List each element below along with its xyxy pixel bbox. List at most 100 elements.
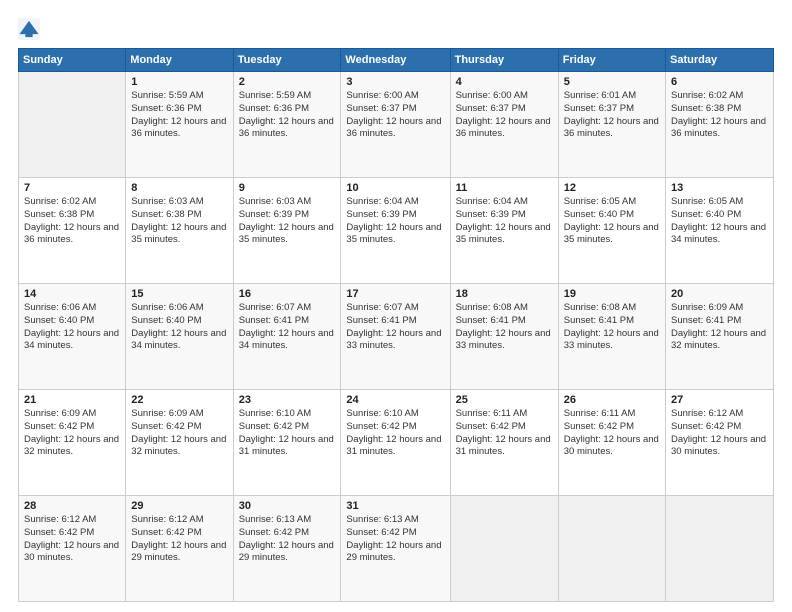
calendar-cell: 29 Sunrise: 6:12 AMSunset: 6:42 PMDayligh… (126, 496, 233, 602)
calendar-week-row: 28Sunrise: 6:12 AMSunset: 6:42 PMDayligh… (19, 496, 774, 602)
calendar-cell: 7 Sunrise: 6:02 AMSunset: 6:38 PMDaylight… (19, 178, 126, 284)
calendar-cell: 21 Sunrise: 6:09 AMSunset: 6:42 PMDayligh… (19, 390, 126, 496)
day-number: 14 (24, 288, 120, 300)
day-number: 30 (239, 500, 336, 512)
weekday-header-monday: Monday (126, 49, 233, 72)
day-number: 11 (456, 182, 553, 194)
calendar-cell: 25 Sunrise: 6:11 AMSunset: 6:42 PMDayligh… (450, 390, 558, 496)
day-info: Sunrise: 6:06 AMSunset: 6:40 PMDaylight:… (131, 302, 227, 353)
day-number: 9 (239, 182, 336, 194)
day-info: Sunrise: 5:59 AMSunset: 6:36 PMDaylight:… (131, 90, 227, 141)
day-number: 31 (346, 500, 444, 512)
day-info: Sunrise: 6:10 AMSunset: 6:42 PMDaylight:… (239, 408, 336, 459)
calendar-cell: 28Sunrise: 6:12 AMSunset: 6:42 PMDayligh… (19, 496, 126, 602)
day-info: Sunrise: 6:03 AMSunset: 6:38 PMDaylight:… (131, 196, 227, 247)
day-info: Sunrise: 6:12 AMSunset: 6:42 PMDaylight:… (131, 514, 227, 565)
calendar-cell (558, 496, 665, 602)
calendar-cell: 17Sunrise: 6:07 AMSunset: 6:41 PMDayligh… (341, 284, 450, 390)
day-info: Sunrise: 6:00 AMSunset: 6:37 PMDaylight:… (456, 90, 553, 141)
calendar-cell (450, 496, 558, 602)
calendar-cell: 13Sunrise: 6:05 AMSunset: 6:40 PMDayligh… (666, 178, 774, 284)
weekday-header-thursday: Thursday (450, 49, 558, 72)
day-number: 5 (564, 76, 660, 88)
day-info: Sunrise: 6:01 AMSunset: 6:37 PMDaylight:… (564, 90, 660, 141)
day-number: 23 (239, 394, 336, 406)
day-info: Sunrise: 6:02 AMSunset: 6:38 PMDaylight:… (671, 90, 768, 141)
calendar-cell: 31 Sunrise: 6:13 AMSunset: 6:42 PMDayligh… (341, 496, 450, 602)
day-number: 19 (564, 288, 660, 300)
day-number: 17 (346, 288, 444, 300)
day-number: 16 (239, 288, 336, 300)
day-info: Sunrise: 6:11 AMSunset: 6:42 PMDaylight:… (564, 408, 660, 459)
day-info: Sunrise: 6:10 AMSunset: 6:42 PMDaylight:… (346, 408, 444, 459)
calendar-cell: 9Sunrise: 6:03 AMSunset: 6:39 PMDaylight… (233, 178, 341, 284)
day-info: Sunrise: 6:11 AMSunset: 6:42 PMDaylight:… (456, 408, 553, 459)
day-info: Sunrise: 6:08 AMSunset: 6:41 PMDaylight:… (564, 302, 660, 353)
day-info: Sunrise: 6:12 AMSunset: 6:42 PMDaylight:… (24, 514, 120, 565)
calendar-week-row: 1 Sunrise: 5:59 AMSunset: 6:36 PMDaylight… (19, 72, 774, 178)
calendar-cell: 11Sunrise: 6:04 AMSunset: 6:39 PMDayligh… (450, 178, 558, 284)
header (18, 18, 774, 40)
day-number: 29 (131, 500, 227, 512)
calendar-cell (19, 72, 126, 178)
day-info: Sunrise: 6:09 AMSunset: 6:41 PMDaylight:… (671, 302, 768, 353)
day-number: 24 (346, 394, 444, 406)
calendar-cell: 6 Sunrise: 6:02 AMSunset: 6:38 PMDaylight… (666, 72, 774, 178)
calendar-cell: 10Sunrise: 6:04 AMSunset: 6:39 PMDayligh… (341, 178, 450, 284)
day-info: Sunrise: 6:07 AMSunset: 6:41 PMDaylight:… (239, 302, 336, 353)
calendar-cell: 12 Sunrise: 6:05 AMSunset: 6:40 PMDayligh… (558, 178, 665, 284)
day-number: 8 (131, 182, 227, 194)
calendar-cell: 27 Sunrise: 6:12 AMSunset: 6:42 PMDayligh… (666, 390, 774, 496)
day-number: 10 (346, 182, 444, 194)
day-number: 7 (24, 182, 120, 194)
calendar-cell: 23 Sunrise: 6:10 AMSunset: 6:42 PMDayligh… (233, 390, 341, 496)
calendar-cell: 24 Sunrise: 6:10 AMSunset: 6:42 PMDayligh… (341, 390, 450, 496)
day-info: Sunrise: 6:12 AMSunset: 6:42 PMDaylight:… (671, 408, 768, 459)
day-info: Sunrise: 6:00 AMSunset: 6:37 PMDaylight:… (346, 90, 444, 141)
day-number: 3 (346, 76, 444, 88)
calendar-cell: 5 Sunrise: 6:01 AMSunset: 6:37 PMDaylight… (558, 72, 665, 178)
day-number: 27 (671, 394, 768, 406)
day-info: Sunrise: 6:09 AMSunset: 6:42 PMDaylight:… (131, 408, 227, 459)
day-info: Sunrise: 6:09 AMSunset: 6:42 PMDaylight:… (24, 408, 120, 459)
day-info: Sunrise: 6:08 AMSunset: 6:41 PMDaylight:… (456, 302, 553, 353)
weekday-header-wednesday: Wednesday (341, 49, 450, 72)
calendar-header: SundayMondayTuesdayWednesdayThursdayFrid… (19, 49, 774, 72)
calendar-week-row: 7 Sunrise: 6:02 AMSunset: 6:38 PMDaylight… (19, 178, 774, 284)
logo-icon (18, 18, 40, 40)
day-info: Sunrise: 6:13 AMSunset: 6:42 PMDaylight:… (346, 514, 444, 565)
day-info: Sunrise: 6:13 AMSunset: 6:42 PMDaylight:… (239, 514, 336, 565)
weekday-header-row: SundayMondayTuesdayWednesdayThursdayFrid… (19, 49, 774, 72)
calendar-table: SundayMondayTuesdayWednesdayThursdayFrid… (18, 48, 774, 602)
day-info: Sunrise: 6:02 AMSunset: 6:38 PMDaylight:… (24, 196, 120, 247)
day-info: Sunrise: 5:59 AMSunset: 6:36 PMDaylight:… (239, 90, 336, 141)
weekday-header-saturday: Saturday (666, 49, 774, 72)
calendar-cell: 19 Sunrise: 6:08 AMSunset: 6:41 PMDayligh… (558, 284, 665, 390)
calendar-cell: 18Sunrise: 6:08 AMSunset: 6:41 PMDayligh… (450, 284, 558, 390)
day-number: 20 (671, 288, 768, 300)
calendar-cell: 14Sunrise: 6:06 AMSunset: 6:40 PMDayligh… (19, 284, 126, 390)
day-number: 12 (564, 182, 660, 194)
calendar-cell: 3 Sunrise: 6:00 AMSunset: 6:37 PMDaylight… (341, 72, 450, 178)
day-number: 15 (131, 288, 227, 300)
calendar-cell: 15 Sunrise: 6:06 AMSunset: 6:40 PMDayligh… (126, 284, 233, 390)
logo (18, 18, 44, 40)
calendar-cell: 22Sunrise: 6:09 AMSunset: 6:42 PMDayligh… (126, 390, 233, 496)
calendar-cell: 8 Sunrise: 6:03 AMSunset: 6:38 PMDaylight… (126, 178, 233, 284)
day-number: 1 (131, 76, 227, 88)
day-number: 2 (239, 76, 336, 88)
calendar-body: 1 Sunrise: 5:59 AMSunset: 6:36 PMDaylight… (19, 72, 774, 602)
calendar-cell: 26 Sunrise: 6:11 AMSunset: 6:42 PMDayligh… (558, 390, 665, 496)
day-number: 26 (564, 394, 660, 406)
weekday-header-sunday: Sunday (19, 49, 126, 72)
day-number: 4 (456, 76, 553, 88)
weekday-header-friday: Friday (558, 49, 665, 72)
day-info: Sunrise: 6:05 AMSunset: 6:40 PMDaylight:… (564, 196, 660, 247)
day-number: 6 (671, 76, 768, 88)
calendar-cell: 4 Sunrise: 6:00 AMSunset: 6:37 PMDaylight… (450, 72, 558, 178)
calendar-cell: 16 Sunrise: 6:07 AMSunset: 6:41 PMDayligh… (233, 284, 341, 390)
day-number: 21 (24, 394, 120, 406)
day-info: Sunrise: 6:05 AMSunset: 6:40 PMDaylight:… (671, 196, 768, 247)
day-number: 25 (456, 394, 553, 406)
calendar-cell: 30 Sunrise: 6:13 AMSunset: 6:42 PMDayligh… (233, 496, 341, 602)
